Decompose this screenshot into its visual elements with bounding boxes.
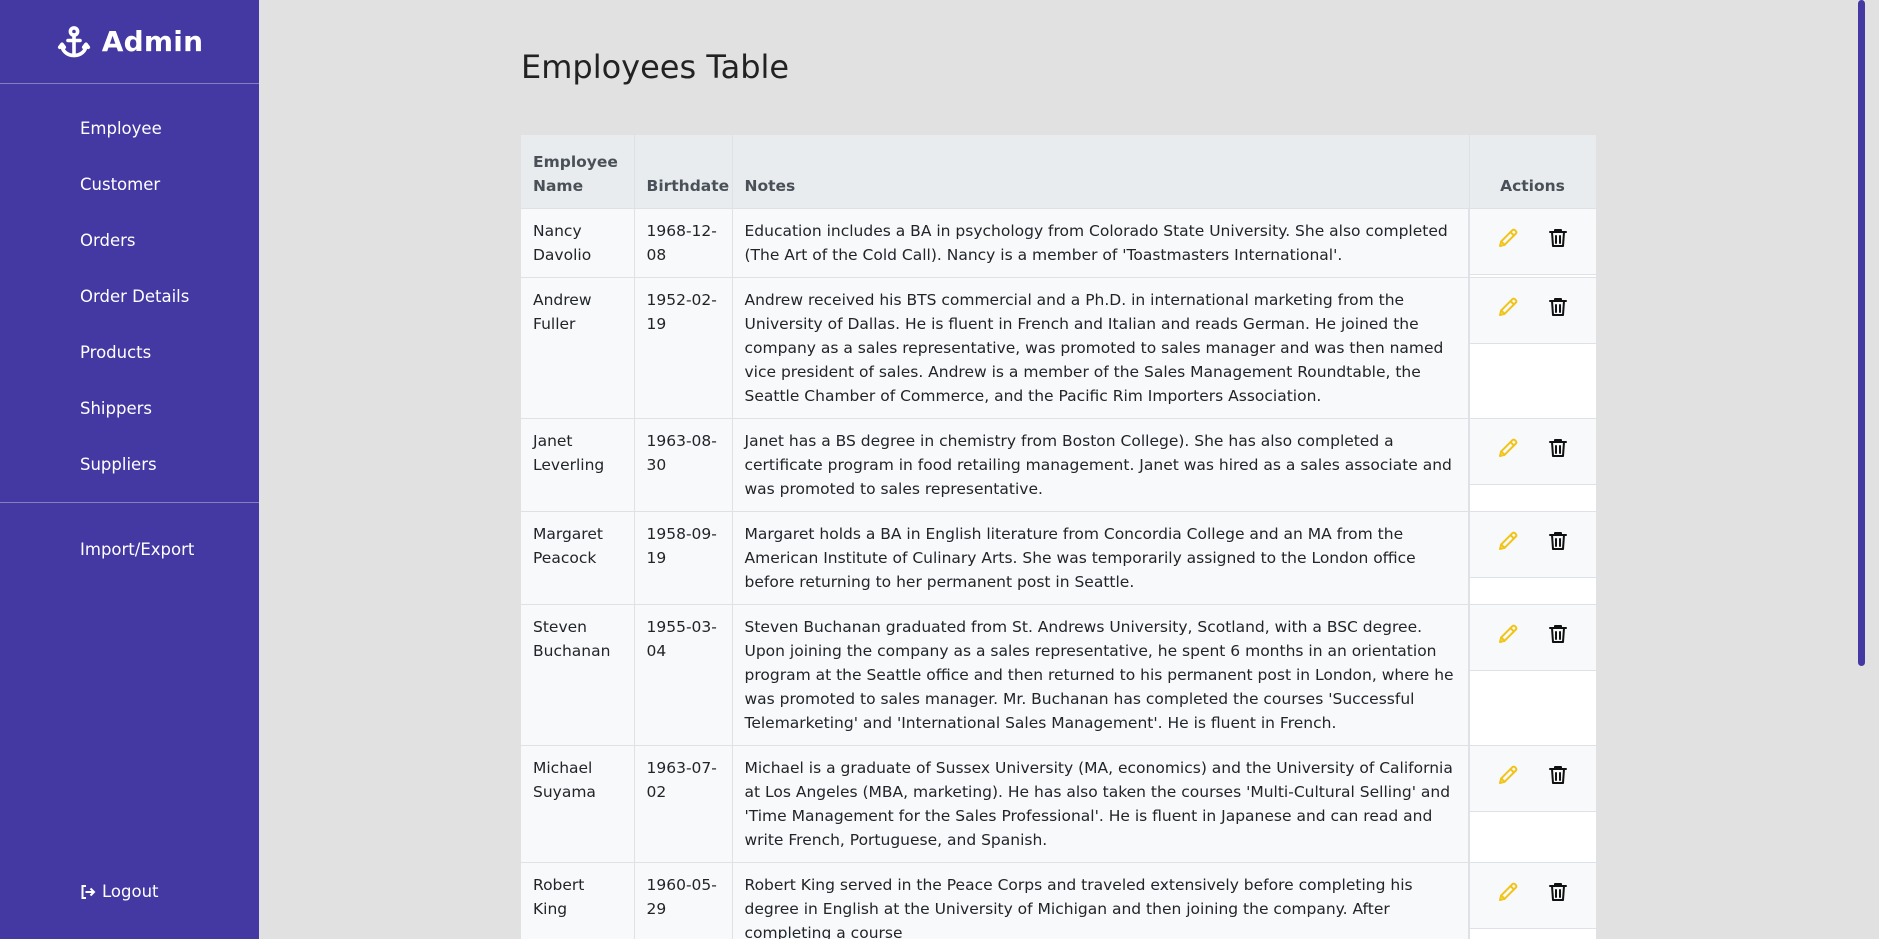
cell-actions <box>1468 745 1597 863</box>
scrollbar-thumb[interactable] <box>1858 0 1865 666</box>
row-actions <box>1470 208 1596 275</box>
row-actions <box>1470 745 1596 812</box>
table-header-row: Employee Name Birthdate Notes Actions <box>521 135 1597 209</box>
cell-actions <box>1468 511 1597 605</box>
column-header-birthdate[interactable]: Birthdate <box>634 135 733 209</box>
cell-employee-name: Steven Buchanan <box>521 604 635 746</box>
vertical-scrollbar[interactable] <box>1855 0 1867 939</box>
sidebar-item-shippers[interactable]: Shippers <box>0 380 259 436</box>
logout-label: Logout <box>102 882 159 901</box>
trash-icon <box>1548 228 1567 247</box>
column-header-notes[interactable]: Notes <box>732 135 1470 209</box>
employees-table-container: Employee Name Birthdate Notes Actions Na… <box>521 135 1597 939</box>
column-header-name[interactable]: Employee Name <box>521 135 635 209</box>
edit-button[interactable] <box>1496 436 1520 467</box>
delete-button[interactable] <box>1546 763 1570 794</box>
cell-birthdate: 1952-02-19 <box>634 277 733 419</box>
cell-employee-name: Margaret Peacock <box>521 511 635 605</box>
cell-actions <box>1468 604 1597 746</box>
cell-birthdate: 1963-08-30 <box>634 418 733 512</box>
cell-employee-name: Robert King <box>521 862 635 939</box>
trash-icon <box>1548 765 1567 784</box>
employees-table: Employee Name Birthdate Notes Actions Na… <box>521 135 1597 939</box>
cell-actions <box>1468 277 1597 419</box>
table-row: Margaret Peacock 1958-09-19 Margaret holds… <box>521 511 1597 605</box>
delete-button[interactable] <box>1546 226 1570 257</box>
cell-birthdate: 1963-07-02 <box>634 745 733 863</box>
row-actions <box>1470 418 1596 485</box>
table-row: Steven Buchanan 1955-03-04 Steven Buchanan… <box>521 604 1597 746</box>
sidebar-item-import-export[interactable]: Import/Export <box>0 525 259 573</box>
cell-notes: Steven Buchanan graduated from St. Andre… <box>732 604 1470 746</box>
sidebar-nav: Employee Customer Orders Order Details P… <box>0 84 259 503</box>
table-body: Nancy Davolio 1968-12-08 Education include… <box>521 208 1597 939</box>
cell-notes: Margaret holds a BA in English literatur… <box>732 511 1470 605</box>
logout-icon <box>81 884 96 899</box>
logout-button[interactable]: Logout <box>80 882 159 901</box>
pencil-icon <box>1498 297 1518 316</box>
trash-icon <box>1548 882 1567 901</box>
pencil-icon <box>1498 765 1518 784</box>
trash-icon <box>1548 438 1567 457</box>
cell-employee-name: Michael Suyama <box>521 745 635 863</box>
cell-birthdate: 1960-05-29 <box>634 862 733 939</box>
sidebar-secondary: Import/Export <box>0 503 259 573</box>
sidebar-item-employee[interactable]: Employee <box>0 100 259 156</box>
brand-label: Admin <box>101 25 204 58</box>
cell-notes: Janet has a BS degree in chemistry from … <box>732 418 1470 512</box>
sidebar-item-customer[interactable]: Customer <box>0 156 259 212</box>
table-row: Michael Suyama 1963-07-02 Michael is a gra… <box>521 745 1597 863</box>
pencil-icon <box>1498 228 1518 247</box>
row-actions <box>1470 511 1596 578</box>
cell-notes: Michael is a graduate of Sussex Universi… <box>732 745 1470 863</box>
sidebar-item-products[interactable]: Products <box>0 324 259 380</box>
cell-actions <box>1468 862 1597 939</box>
cell-employee-name: Janet Leverling <box>521 418 635 512</box>
cell-employee-name: Andrew Fuller <box>521 277 635 419</box>
cell-actions <box>1468 208 1597 278</box>
edit-button[interactable] <box>1496 295 1520 326</box>
table-row: Nancy Davolio 1968-12-08 Education include… <box>521 208 1597 278</box>
edit-button[interactable] <box>1496 529 1520 560</box>
edit-button[interactable] <box>1496 763 1520 794</box>
pencil-icon <box>1498 438 1518 457</box>
delete-button[interactable] <box>1546 529 1570 560</box>
cell-birthdate: 1955-03-04 <box>634 604 733 746</box>
cell-employee-name: Nancy Davolio <box>521 208 635 278</box>
anchor-icon <box>57 25 90 57</box>
table-row: Andrew Fuller 1952-02-19 Andrew received h… <box>521 277 1597 419</box>
cell-notes: Andrew received his BTS commercial and a… <box>732 277 1470 419</box>
row-actions <box>1470 862 1596 929</box>
cell-birthdate: 1968-12-08 <box>634 208 733 278</box>
pencil-icon <box>1498 624 1518 643</box>
sidebar: Admin Employee Customer Orders Order Det… <box>0 0 259 939</box>
trash-icon <box>1548 297 1567 316</box>
sidebar-item-orders[interactable]: Orders <box>0 212 259 268</box>
delete-button[interactable] <box>1546 880 1570 911</box>
delete-button[interactable] <box>1546 436 1570 467</box>
main-content: Employees Table Employee Name Birthdate … <box>259 0 1867 939</box>
row-actions <box>1470 604 1596 671</box>
delete-button[interactable] <box>1546 295 1570 326</box>
sidebar-item-order-details[interactable]: Order Details <box>0 268 259 324</box>
table-row: Robert King 1960-05-29 Robert King served … <box>521 862 1597 939</box>
cell-actions <box>1468 418 1597 512</box>
edit-button[interactable] <box>1496 880 1520 911</box>
edit-button[interactable] <box>1496 226 1520 257</box>
delete-button[interactable] <box>1546 622 1570 653</box>
pencil-icon <box>1498 531 1518 550</box>
page-title: Employees Table <box>521 48 790 86</box>
trash-icon <box>1548 624 1567 643</box>
pencil-icon <box>1498 882 1518 901</box>
edit-button[interactable] <box>1496 622 1520 653</box>
cell-notes: Education includes a BA in psychology fr… <box>732 208 1470 278</box>
trash-icon <box>1548 531 1567 550</box>
cell-notes: Robert King served in the Peace Corps an… <box>732 862 1470 939</box>
table-row: Janet Leverling 1963-08-30 Janet has a BS … <box>521 418 1597 512</box>
column-header-actions: Actions <box>1469 135 1597 209</box>
cell-birthdate: 1958-09-19 <box>634 511 733 605</box>
row-actions <box>1470 277 1596 344</box>
sidebar-item-suppliers[interactable]: Suppliers <box>0 436 259 492</box>
brand[interactable]: Admin <box>0 0 259 84</box>
